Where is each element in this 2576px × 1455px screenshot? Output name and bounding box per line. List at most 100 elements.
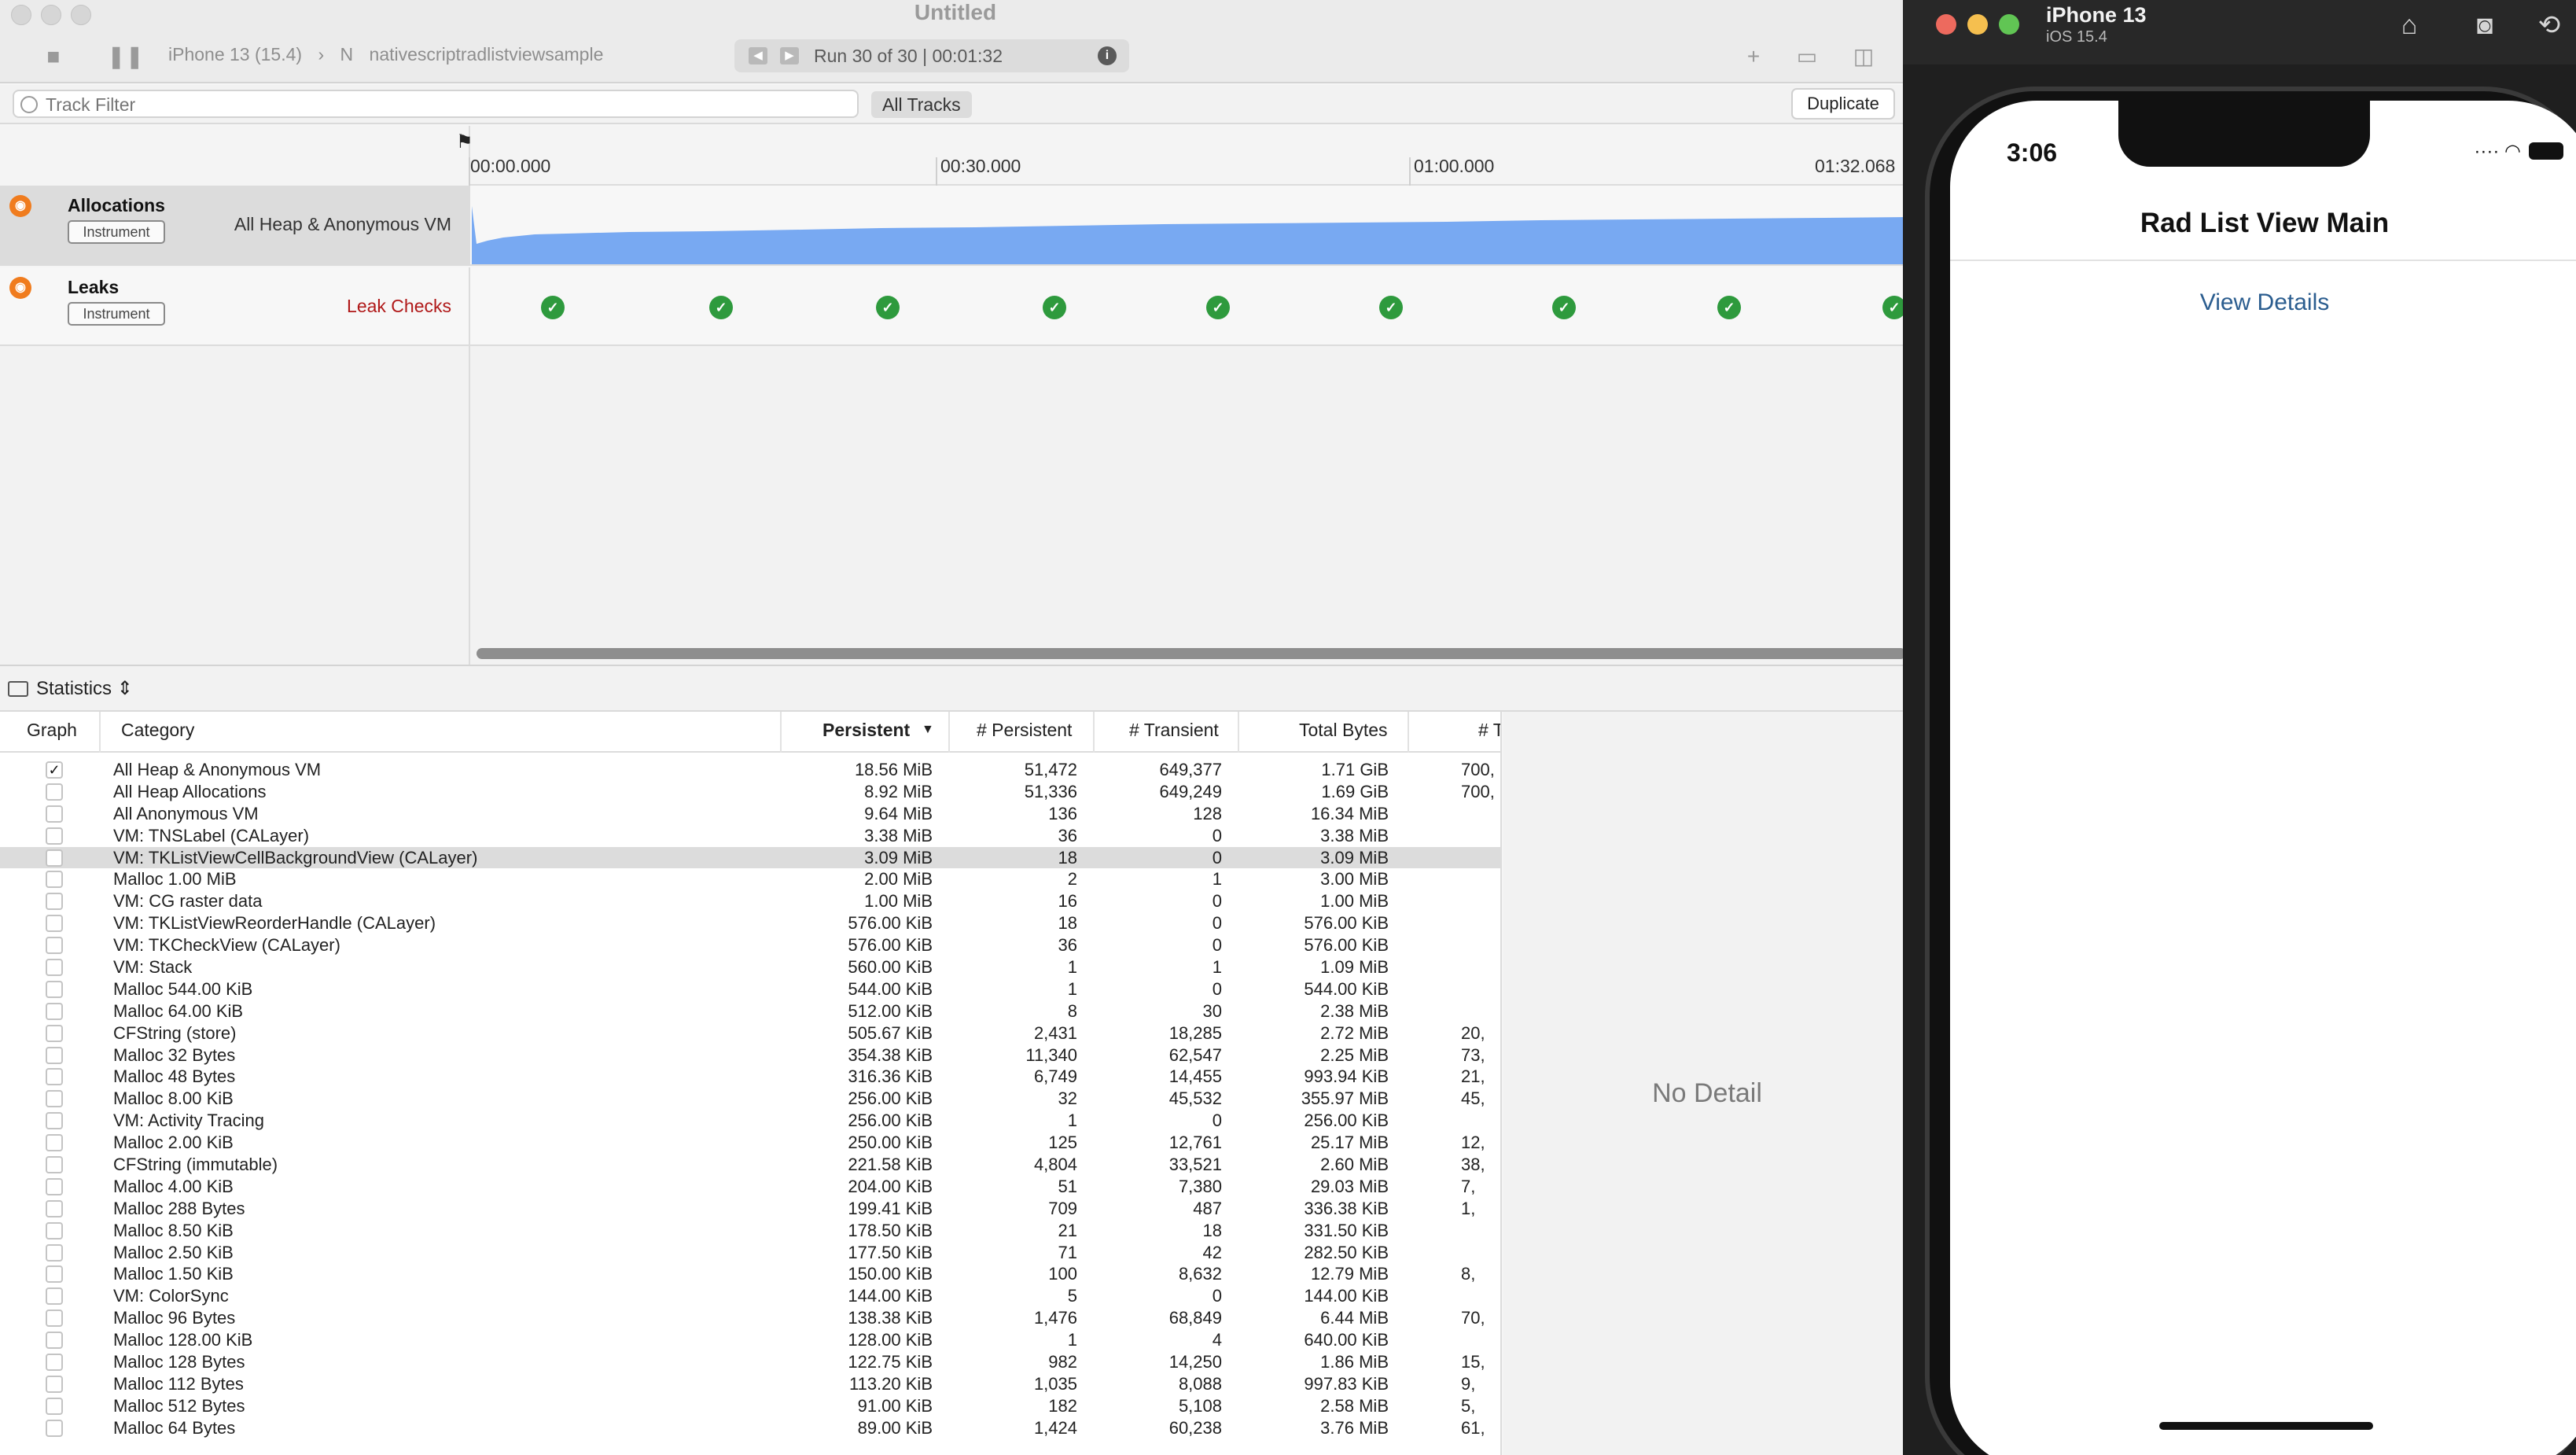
duplicate-button[interactable]: Duplicate (1791, 88, 1895, 120)
graph-checkbox[interactable] (46, 959, 63, 977)
graph-checkbox[interactable] (46, 1177, 63, 1195)
graph-checkbox[interactable] (46, 1221, 63, 1240)
table-row[interactable]: CFString (immutable) 221.58 KiB 4,804 33,52… (0, 1154, 1500, 1176)
table-row[interactable]: VM: CG raster data 1.00 MiB 16 0 1.00 MiB (0, 890, 1500, 912)
graph-checkbox[interactable]: ✓ (46, 761, 63, 779)
table-row[interactable]: VM: TNSLabel (CALayer) 3.38 MiB 36 0 3.38 Mi… (0, 825, 1500, 847)
graph-checkbox[interactable] (46, 805, 63, 823)
sim-close-button[interactable] (1936, 14, 1956, 35)
table-row[interactable]: Malloc 2.50 KiB 177.50 KiB 71 42 282.50 KiB (0, 1242, 1500, 1264)
graph-checkbox[interactable] (46, 1024, 63, 1042)
track-filter[interactable] (13, 90, 859, 118)
table-row[interactable]: CFString (store) 505.67 KiB 2,431 18,285 2.7… (0, 1022, 1500, 1044)
target-selector[interactable]: nativescriptradlistviewsample (370, 44, 604, 64)
inspection-flag-icon[interactable]: ⚑ (456, 131, 473, 153)
leak-check-ok-icon[interactable]: ✓ (541, 296, 565, 319)
column-divider[interactable] (1238, 712, 1239, 753)
allocations-graph[interactable] (472, 189, 1909, 264)
column-divider[interactable] (99, 712, 101, 753)
graph-checkbox[interactable] (46, 1354, 63, 1372)
table-row[interactable]: Malloc 2.00 KiB 250.00 KiB 125 12,761 25.17 … (0, 1132, 1500, 1154)
table-row[interactable]: Malloc 96 Bytes 138.38 KiB 1,476 68,849 6.44… (0, 1307, 1500, 1329)
screenshot-icon[interactable]: ◙ (2467, 9, 2502, 41)
graph-checkbox[interactable] (46, 1310, 63, 1328)
home-indicator[interactable] (2159, 1422, 2373, 1430)
table-row[interactable]: Malloc 128 Bytes 122.75 KiB 982 14,250 1.86 … (0, 1351, 1500, 1373)
graph-checkbox[interactable] (46, 1156, 63, 1174)
track-allocations[interactable]: ◉ Allocations Instrument All Heap & Anon… (0, 186, 1911, 266)
table-row[interactable]: VM: ColorSync 144.00 KiB 5 0 144.00 KiB (0, 1285, 1500, 1307)
pause-button[interactable]: ❚❚ (107, 42, 144, 71)
table-row[interactable]: VM: TKListViewReorderHandle (CALayer) 576… (0, 912, 1500, 934)
table-row[interactable]: All Heap Allocations 8.92 MiB 51,336 649,24… (0, 781, 1500, 803)
table-row[interactable]: Malloc 64.00 KiB 512.00 KiB 8 30 2.38 MiB (0, 1000, 1500, 1022)
table-row[interactable]: Malloc 112 Bytes 113.20 KiB 1,035 8,088 997.… (0, 1373, 1500, 1395)
graph-checkbox[interactable] (46, 1199, 63, 1217)
table-row[interactable]: VM: Activity Tracing 256.00 KiB 1 0 256.00 K… (0, 1110, 1500, 1132)
graph-checkbox[interactable] (46, 871, 63, 889)
column-divider[interactable] (948, 712, 950, 753)
leak-check-ok-icon[interactable]: ✓ (1552, 296, 1576, 319)
graph-checkbox[interactable] (46, 1090, 63, 1108)
table-row[interactable]: Malloc 512 Bytes 91.00 KiB 182 5,108 2.58 Mi… (0, 1395, 1500, 1417)
previous-run-icon[interactable]: ◀ (749, 47, 767, 64)
table-row[interactable]: Malloc 64 Bytes 89.00 KiB 1,424 60,238 3.76 … (0, 1417, 1500, 1439)
leak-check-ok-icon[interactable]: ✓ (1206, 296, 1230, 319)
graph-checkbox[interactable] (46, 1332, 63, 1350)
graph-checkbox[interactable] (46, 827, 63, 845)
leak-check-ok-icon[interactable]: ✓ (1717, 296, 1741, 319)
graph-checkbox[interactable] (46, 1134, 63, 1152)
table-row[interactable]: Malloc 48 Bytes 316.36 KiB 6,749 14,455 993.… (0, 1066, 1500, 1088)
table-row[interactable]: VM: TKListViewCellBackgroundView (CALaye… (0, 846, 1500, 869)
graph-checkbox[interactable] (46, 1265, 63, 1284)
leak-check-ok-icon[interactable]: ✓ (709, 296, 733, 319)
column-category[interactable]: Category (121, 720, 194, 741)
stop-record-button[interactable]: ■ (39, 42, 68, 71)
column-persistent[interactable]: Persistent (822, 720, 910, 741)
timeline-scrollbar[interactable] (477, 648, 1906, 659)
timeline-ruler[interactable]: ⚑ 00:00.000 00:30.000 01:00.000 01:32.06… (0, 126, 1911, 186)
device-selector[interactable]: iPhone 13 (15.4) (168, 44, 302, 64)
info-icon[interactable]: i (1098, 46, 1117, 65)
table-row[interactable]: Malloc 288 Bytes 199.41 KiB 709 487 336.38 K… (0, 1198, 1500, 1220)
column-total-bytes[interactable]: Total Bytes (1299, 720, 1388, 741)
leak-check-ok-icon[interactable]: ✓ (1043, 296, 1066, 319)
sim-zoom-button[interactable] (1999, 14, 2019, 35)
add-instrument-icon[interactable]: + (1739, 42, 1768, 71)
table-row[interactable]: Malloc 8.00 KiB 256.00 KiB 32 45,532 355.97 … (0, 1088, 1500, 1110)
graph-checkbox[interactable] (46, 1419, 63, 1437)
view-details-button[interactable]: View Details (1950, 289, 2576, 316)
graph-checkbox[interactable] (46, 1112, 63, 1130)
rotate-icon[interactable]: ⟲ (2532, 9, 2567, 41)
column-graph[interactable]: Graph (27, 720, 77, 741)
column-num-total[interactable]: # T (1478, 720, 1500, 741)
instrument-tag[interactable]: Instrument (68, 302, 165, 326)
toggle-inspector-icon[interactable]: ◫ (1849, 42, 1878, 71)
sim-minimize-button[interactable] (1967, 14, 1988, 35)
column-num-persistent[interactable]: # Persistent (977, 720, 1072, 741)
column-divider[interactable] (780, 712, 782, 753)
table-row[interactable]: ✓ All Heap & Anonymous VM 18.56 MiB 51,472 6… (0, 759, 1500, 781)
table-row[interactable]: VM: Stack 560.00 KiB 1 1 1.09 MiB (0, 956, 1500, 978)
graph-checkbox[interactable] (46, 915, 63, 933)
leak-check-ok-icon[interactable]: ✓ (876, 296, 900, 319)
graph-checkbox[interactable] (46, 783, 63, 801)
graph-checkbox[interactable] (46, 1397, 63, 1415)
graph-checkbox[interactable] (46, 1287, 63, 1306)
instrument-tag[interactable]: Instrument (68, 220, 165, 244)
graph-checkbox[interactable] (46, 893, 63, 911)
table-row[interactable]: VM: TKCheckView (CALayer) 576.00 KiB 36 0 57… (0, 934, 1500, 956)
graph-checkbox[interactable] (46, 937, 63, 955)
leak-check-ok-icon[interactable]: ✓ (1379, 296, 1403, 319)
all-tracks-button[interactable]: All Tracks (871, 91, 972, 118)
graph-checkbox[interactable] (46, 1002, 63, 1020)
table-row[interactable]: All Anonymous VM 9.64 MiB 136 128 16.34 MiB (0, 803, 1500, 825)
graph-checkbox[interactable] (46, 1068, 63, 1086)
table-row[interactable]: Malloc 544.00 KiB 544.00 KiB 1 0 544.00 KiB (0, 978, 1500, 1000)
graph-checkbox[interactable] (46, 980, 63, 998)
column-num-transient[interactable]: # Transient (1129, 720, 1219, 741)
table-row[interactable]: Malloc 128.00 KiB 128.00 KiB 1 4 640.00 KiB (0, 1329, 1500, 1351)
statistics-menu[interactable]: Statistics ⇕ (8, 677, 133, 700)
table-row[interactable]: Malloc 4.00 KiB 204.00 KiB 51 7,380 29.03 Mi… (0, 1176, 1500, 1198)
track-filter-input[interactable] (46, 94, 753, 116)
